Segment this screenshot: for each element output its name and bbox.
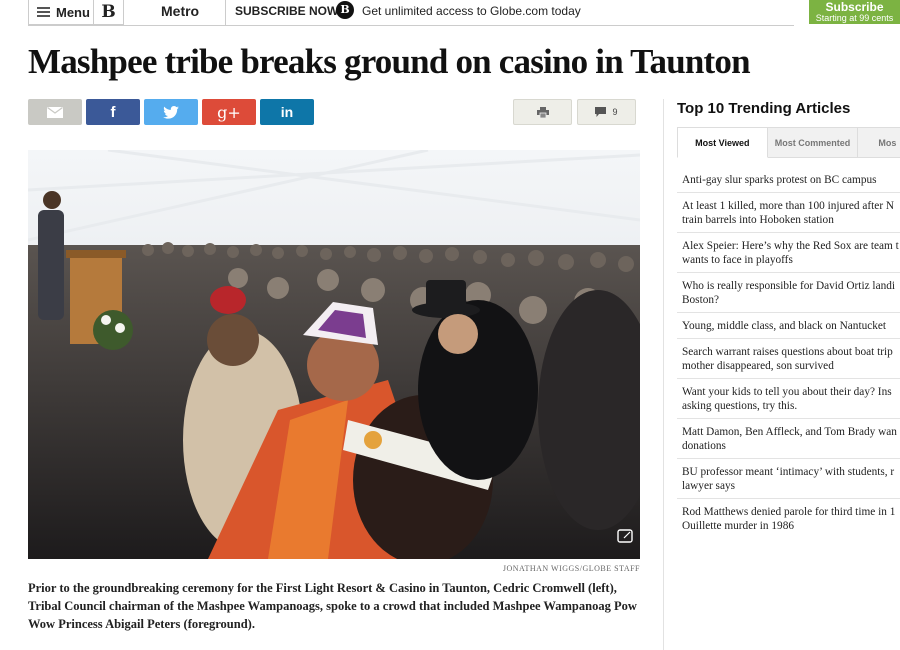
trending-item[interactable]: Want your kids to tell you about their d…	[677, 379, 900, 419]
photo-caption: Prior to the groundbreaking ceremony for…	[28, 581, 637, 631]
trending-title: Top 10 Trending Articles	[677, 100, 851, 117]
trending-item-title-cont: lawyer says	[682, 480, 736, 492]
trending-sidebar: Top 10 Trending Articles Most Viewed Mos…	[664, 99, 900, 650]
share-facebook-button[interactable]: f	[86, 99, 140, 125]
trending-item-title: Search warrant raises questions about bo…	[682, 346, 893, 358]
menu-label: Menu	[56, 4, 90, 20]
globe-logo[interactable]: B	[94, 0, 124, 25]
subscribe-button-label: Subscribe	[825, 0, 884, 14]
top-bar: Menu B Metro SUBSCRIBE NOW B Get unlimit…	[0, 0, 900, 26]
trending-item-title-cont: asking questions, try this.	[682, 400, 798, 412]
topbar-divider	[225, 0, 226, 25]
trending-item[interactable]: Alex Speier: Here’s why the Red Sox are …	[677, 233, 900, 273]
trending-item[interactable]: BU professor meant ‘intimacy’ with stude…	[677, 459, 900, 499]
trending-item[interactable]: At least 1 killed, more than 100 injured…	[677, 193, 900, 233]
trending-item-title-cont: donations	[682, 440, 726, 452]
trending-item[interactable]: Who is really responsible for David Orti…	[677, 273, 900, 313]
ceremony-photo-illustration	[28, 150, 640, 559]
facebook-icon: f	[110, 103, 116, 121]
share-twitter-button[interactable]	[144, 99, 198, 125]
trending-item-title: Young, middle class, and black on Nantuc…	[682, 320, 887, 332]
trending-item-title: Anti-gay slur sparks protest on BC campu…	[682, 174, 877, 186]
trending-item[interactable]: Matt Damon, Ben Affleck, and Tom Brady w…	[677, 419, 900, 459]
trending-tabs: Most Viewed Most Commented Mos	[677, 127, 900, 158]
linkedin-icon: in	[280, 104, 294, 120]
trending-item-title: Matt Damon, Ben Affleck, and Tom Brady w…	[682, 426, 897, 438]
share-email-button[interactable]	[28, 99, 82, 125]
tab-most-shared[interactable]: Mos	[858, 127, 900, 158]
share-linkedin-button[interactable]: in	[260, 99, 314, 125]
trending-item-title: Alex Speier: Here’s why the Red Sox are …	[682, 240, 899, 252]
article-headline: Mashpee tribe breaks ground on casino in…	[28, 42, 751, 81]
trending-item[interactable]: Young, middle class, and black on Nantuc…	[677, 313, 900, 339]
tab-most-viewed[interactable]: Most Viewed	[677, 127, 768, 158]
comments-button[interactable]: 9	[577, 99, 636, 125]
section-link[interactable]: Metro	[161, 3, 199, 19]
trending-item-title-cont: Ouillette murder in 1986	[682, 520, 795, 532]
trending-item-title: BU professor meant ‘intimacy’ with stude…	[682, 466, 895, 478]
googleplus-icon: g+	[217, 102, 241, 122]
trending-item-title: Who is really responsible for David Orti…	[682, 280, 896, 292]
subscribe-button-price: Starting at 99 cents	[815, 13, 894, 23]
print-button[interactable]	[513, 99, 572, 125]
hamburger-icon	[37, 7, 50, 17]
trending-item-title: Want your kids to tell you about their d…	[682, 386, 892, 398]
trending-item[interactable]: Rod Matthews denied parole for third tim…	[677, 499, 900, 538]
email-icon	[47, 106, 63, 118]
print-icon	[536, 106, 549, 118]
trending-list: Anti-gay slur sparks protest on BC campu…	[677, 167, 900, 538]
trending-item-title-cont: mother disappeared, son survived	[682, 360, 834, 372]
trending-item-title: At least 1 killed, more than 100 injured…	[682, 200, 895, 212]
trending-item-title-cont: train barrels into Hoboken station	[682, 214, 834, 226]
subscribe-promo-text[interactable]: Get unlimited access to Globe.com today	[362, 4, 581, 18]
article-photo[interactable]	[28, 150, 640, 559]
comment-icon	[595, 107, 607, 117]
subscribe-now-link[interactable]: SUBSCRIBE NOW	[235, 4, 338, 18]
trending-item-title-cont: wants to face in playoffs	[682, 254, 793, 266]
topbar-underline	[28, 25, 794, 26]
tab-most-commented[interactable]: Most Commented	[767, 127, 859, 158]
subscribe-button[interactable]: Subscribe Starting at 99 cents	[809, 0, 900, 24]
twitter-bird-icon	[163, 105, 179, 119]
trending-item[interactable]: Search warrant raises questions about bo…	[677, 339, 900, 379]
trending-item-title: Rod Matthews denied parole for third tim…	[682, 506, 896, 518]
comment-count: 9	[612, 107, 618, 117]
menu-button[interactable]: Menu	[28, 0, 94, 25]
photo-credit: JONATHAN WIGGS/GLOBE STAFF	[502, 564, 640, 573]
globe-logo-icon: B	[336, 1, 354, 19]
trending-item[interactable]: Anti-gay slur sparks protest on BC campu…	[677, 167, 900, 193]
trending-item-title-cont: Boston?	[682, 294, 720, 306]
share-googleplus-button[interactable]: g+	[202, 99, 256, 125]
